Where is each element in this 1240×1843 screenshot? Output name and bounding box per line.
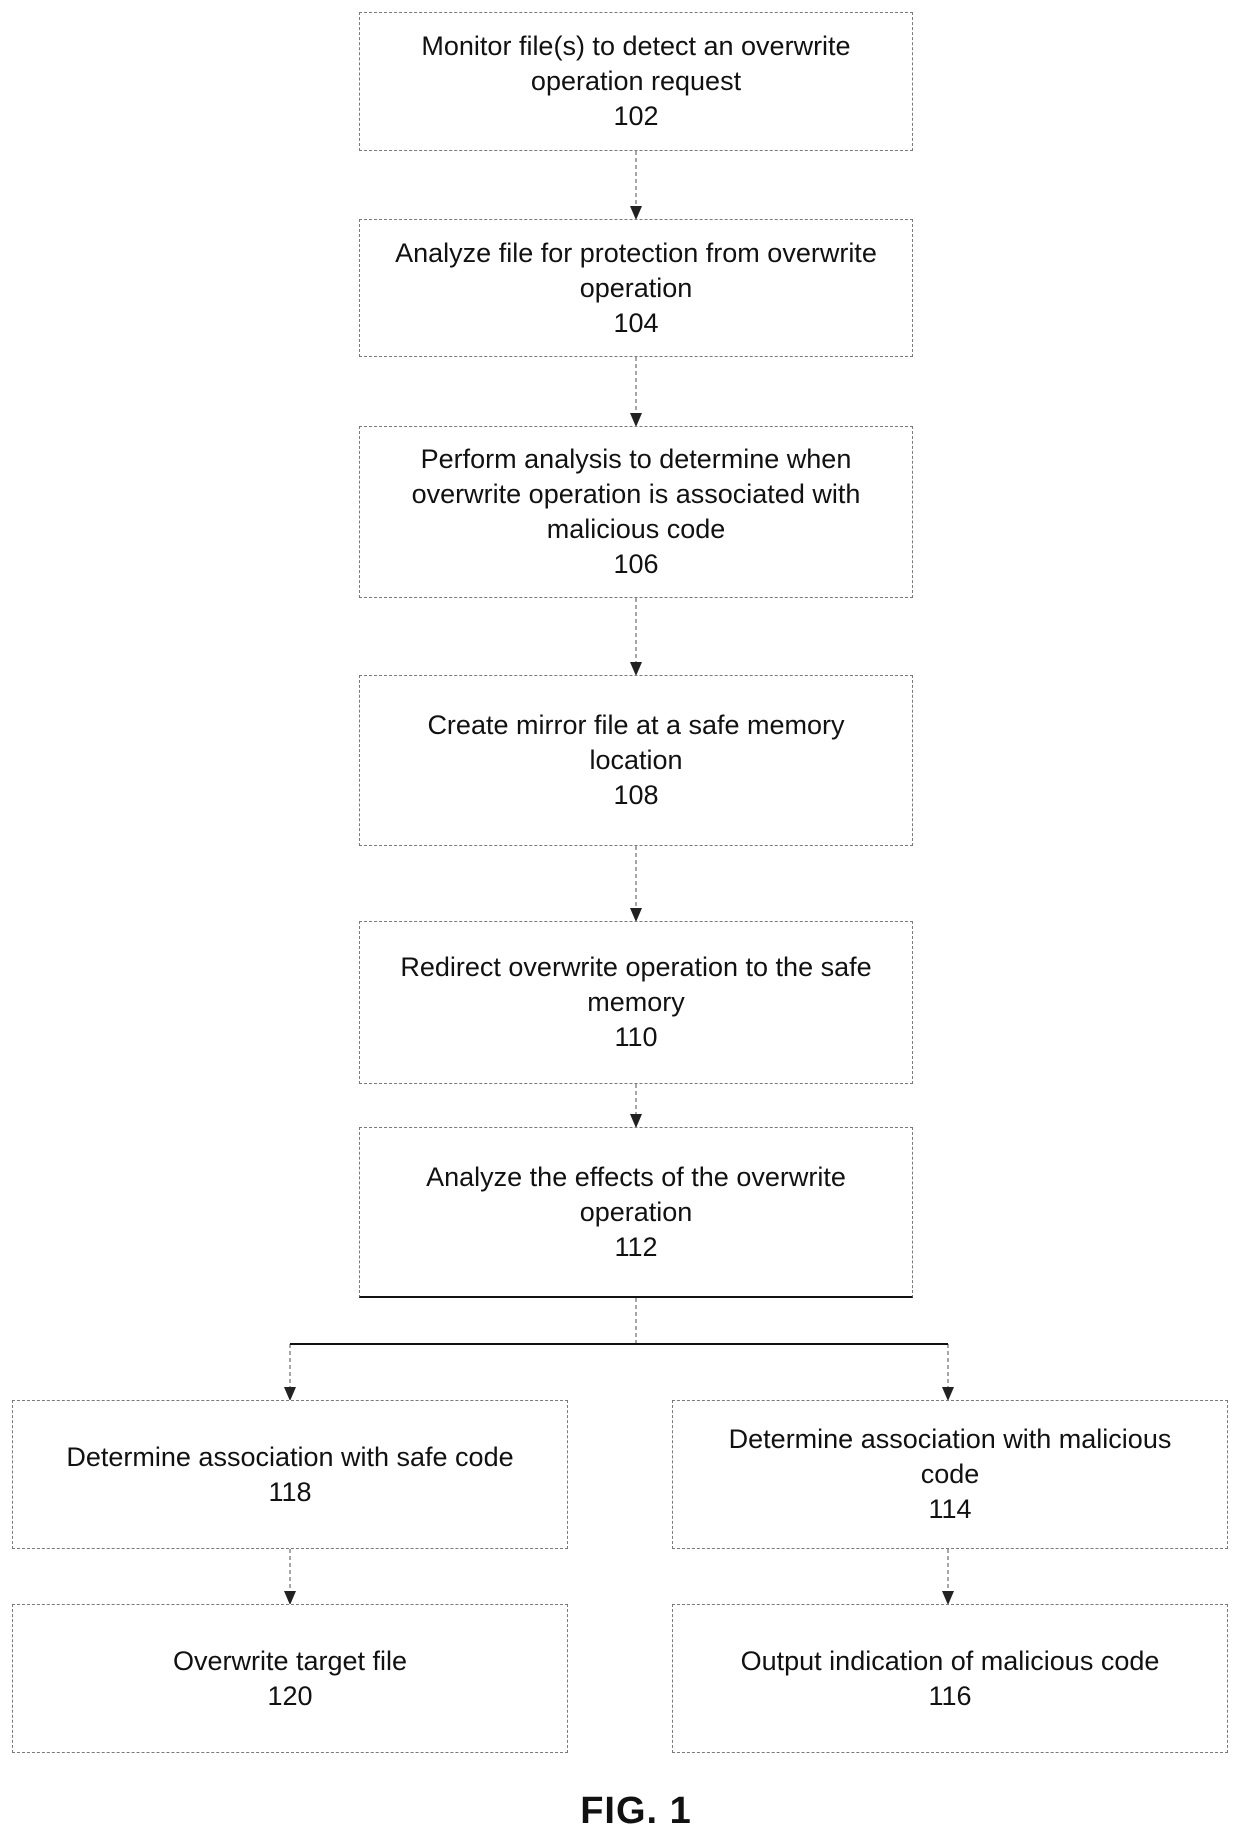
step-label: Redirect overwrite operation to the safe… (400, 952, 872, 1017)
step-ref-number: 110 (614, 1022, 658, 1052)
step-ref-number: 116 (928, 1680, 972, 1711)
step-118-box: Determine association with safe code 118 (12, 1400, 568, 1549)
step-label: Determine association with malicious cod… (728, 1424, 1172, 1489)
step-102-box: Monitor file(s) to detect an overwrite o… (359, 12, 913, 151)
step-label: Analyze file for protection from overwri… (395, 237, 877, 303)
step-ref-number: 108 (613, 780, 659, 810)
step-116-box: Output indication of malicious code 116 (672, 1604, 1228, 1753)
step-label: Output indication of malicious code (740, 1645, 1160, 1676)
step-120-box: Overwrite target file 120 (12, 1604, 568, 1753)
step-label: Create mirror file at a safe memory loca… (427, 710, 845, 775)
step-ref-number: 112 (614, 1231, 658, 1262)
step-110-box: Redirect overwrite operation to the safe… (359, 921, 913, 1084)
step-106-box: Perform analysis to determine when overw… (359, 426, 913, 598)
step-112-box: Analyze the effects of the overwrite ope… (359, 1127, 913, 1298)
step-ref-number: 102 (613, 101, 659, 131)
step-ref-number: 120 (267, 1680, 313, 1711)
step-label: Analyze the effects of the overwrite ope… (426, 1161, 846, 1227)
step-114-box: Determine association with malicious cod… (672, 1400, 1228, 1549)
step-ref-number: 114 (928, 1494, 972, 1524)
figure-label: FIG. 1 (580, 1790, 692, 1832)
step-label: Overwrite target file (172, 1645, 408, 1676)
step-ref-number: 104 (613, 307, 659, 338)
step-ref-number: 106 (613, 549, 659, 579)
step-108-box: Create mirror file at a safe memory loca… (359, 675, 913, 846)
step-ref-number: 118 (268, 1476, 312, 1507)
step-104-box: Analyze file for protection from overwri… (359, 219, 913, 357)
step-label: Perform analysis to determine when overw… (411, 444, 861, 544)
step-label: Determine association with safe code (66, 1441, 514, 1472)
step-label: Monitor file(s) to detect an overwrite o… (421, 31, 851, 96)
